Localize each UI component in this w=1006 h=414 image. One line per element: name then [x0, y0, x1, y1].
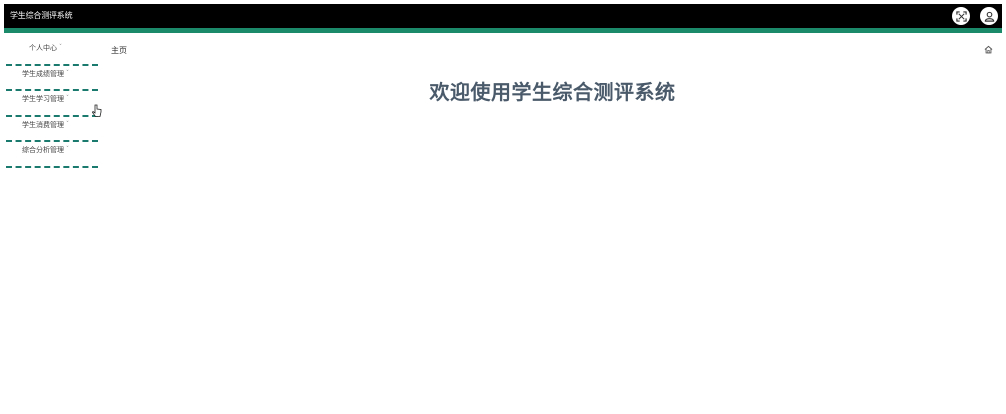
sidebar-item-label: 综合分析管理	[22, 146, 64, 155]
welcome-heading: 欢迎使用学生综合测评系统	[429, 80, 676, 104]
sidebar-item-label: 学生成绩管理	[22, 69, 64, 78]
sidebar-item-personal-center[interactable]: 个人中心 ˇ	[6, 40, 98, 66]
sidebar-item-label: 学生学习管理	[22, 95, 64, 104]
top-header-bar: 学生综合测评系统	[4, 4, 1002, 33]
chevron-down-icon: ˇ	[66, 95, 69, 103]
sidebar-item-consumption-management[interactable]: 学生消费管理 ˇ	[6, 117, 98, 143]
sidebar-menu: 个人中心 ˇ 学生成绩管理 ˇ 学生学习管理 ˇ 学生消费管理 ˇ 综合分析管理 ˇ	[6, 40, 98, 168]
chevron-down-icon: ˇ	[66, 146, 69, 154]
user-menu-button[interactable]	[980, 7, 998, 25]
sidebar-item-label: 个人中心	[29, 44, 57, 52]
chevron-down-icon: ˇ	[66, 69, 69, 77]
sidebar-item-label: 学生消费管理	[22, 120, 64, 129]
home-icon[interactable]	[984, 45, 993, 54]
chevron-down-icon: ˇ	[59, 44, 62, 51]
sidebar-item-analysis-management[interactable]: 综合分析管理 ˇ	[6, 142, 98, 168]
breadcrumb-home[interactable]: 主页	[111, 45, 127, 56]
sidebar-item-study-management[interactable]: 学生学习管理 ˇ	[6, 91, 98, 117]
fullscreen-button[interactable]	[952, 7, 970, 25]
fullscreen-icon	[955, 10, 967, 22]
user-icon	[984, 11, 994, 22]
mouse-pointer-icon	[92, 104, 102, 117]
sidebar-item-score-management[interactable]: 学生成绩管理 ˇ	[6, 66, 98, 92]
chevron-down-icon: ˇ	[66, 120, 69, 128]
app-title: 学生综合测评系统	[10, 11, 73, 20]
